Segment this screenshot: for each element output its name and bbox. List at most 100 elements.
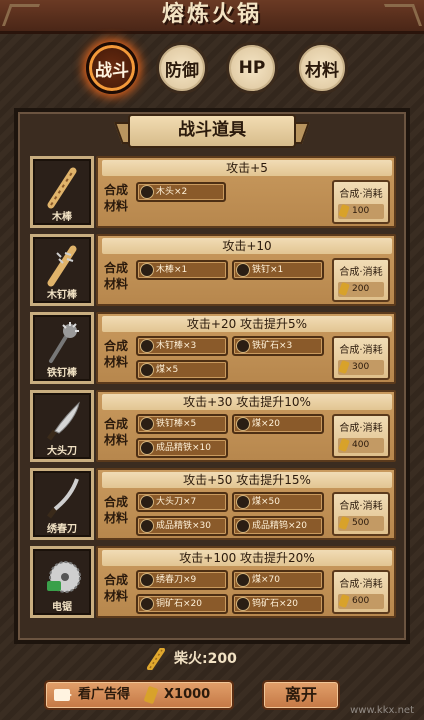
material-icon — [140, 519, 154, 533]
item-effect: 攻击+10 — [102, 238, 392, 254]
page-title: 熔炼火锅 — [161, 2, 262, 27]
item-effect: 攻击+50 攻击提升15% — [102, 472, 392, 488]
broadsword-icon — [47, 401, 80, 441]
firewood-icon — [338, 203, 350, 219]
tab-combat[interactable]: 战斗 — [86, 42, 138, 94]
material-icon — [140, 363, 154, 377]
item-effect: 攻击+20 攻击提升5% — [102, 316, 392, 332]
chainsaw-icon — [47, 561, 81, 593]
recipe-card: 攻击+50 攻击提升15% 合成 材料 大头刀×7 煤×50 成品精铁×30 成品… — [96, 468, 396, 540]
item-effect: 攻击+100 攻击提升20% — [102, 550, 392, 566]
item-name: 电锯 — [52, 602, 72, 613]
saber-icon — [47, 478, 79, 519]
tab-materials[interactable]: 材料 — [296, 42, 348, 94]
item-slot[interactable]: 木钉棒 — [30, 234, 94, 306]
item-slot[interactable]: 铁钉棒 — [30, 312, 94, 384]
fuel-amount: 柴火:200 — [174, 651, 237, 667]
recipe-card: 攻击+20 攻击提升5% 合成 材料 木钉棒×3 铁矿石×3 煤×5 合成·消耗 … — [96, 312, 396, 384]
firewood-icon — [338, 593, 350, 609]
material-icon — [236, 495, 250, 509]
recipe-card: 攻击+10 合成 材料 木棒×1 铁钉×1 合成·消耗 200 — [96, 234, 396, 306]
material-slot: 成品精铁×30 — [136, 516, 228, 536]
firewood-icon — [147, 648, 165, 670]
recipe-row: 绣春刀 攻击+50 攻击提升15% 合成 材料 大头刀×7 煤×50 成品精铁×3… — [30, 468, 396, 540]
material-icon — [140, 573, 154, 587]
material-icon — [236, 573, 250, 587]
material-icon — [140, 339, 154, 353]
cost-box[interactable]: 合成·消耗 300 — [332, 336, 390, 380]
synth-label: 合成 材料 — [104, 261, 129, 291]
wooden-club-icon — [47, 167, 77, 209]
recipe-row: 电锯 攻击+100 攻击提升20% 合成 材料 绣春刀×9 煤×70 铜矿石×20… — [30, 546, 396, 618]
category-tabs: 战斗 防御 HP 材料 — [0, 42, 424, 94]
recipe-card: 攻击+100 攻击提升20% 合成 材料 绣春刀×9 煤×70 铜矿石×20 钨矿… — [96, 546, 396, 618]
material-slot: 木头×2 — [136, 182, 226, 202]
material-slot: 铁钉×1 — [232, 260, 324, 280]
recipe-row: 铁钉棒 攻击+20 攻击提升5% 合成 材料 木钉棒×3 铁矿石×3 煤×5 合成… — [30, 312, 396, 384]
recipe-card: 攻击+5 合成 材料 木头×2 合成·消耗 100 — [96, 156, 396, 228]
spiked-mace-icon — [49, 322, 79, 363]
item-slot[interactable]: 木棒 — [30, 156, 94, 228]
item-effect: 攻击+5 — [102, 160, 392, 176]
recipe-card: 攻击+30 攻击提升10% 合成 材料 铁钉棒×5 煤×20 成品精铁×10 合成… — [96, 390, 396, 462]
firewood-icon — [143, 685, 159, 705]
firewood-icon — [338, 515, 350, 531]
material-slot: 铜矿石×20 — [136, 594, 228, 614]
cost-box[interactable]: 合成·消耗 100 — [332, 180, 390, 224]
section-ribbon: 战斗道具 — [113, 108, 311, 150]
item-name: 大头刀 — [47, 446, 77, 457]
tab-defense[interactable]: 防御 — [156, 42, 208, 94]
material-icon — [140, 441, 154, 455]
material-icon — [236, 263, 250, 277]
material-icon — [236, 519, 250, 533]
cost-box[interactable]: 合成·消耗 600 — [332, 570, 390, 614]
material-icon — [236, 597, 250, 611]
item-name: 铁钉棒 — [47, 368, 77, 379]
material-slot: 铁矿石×3 — [232, 336, 324, 356]
material-slot: 成品精钨×20 — [232, 516, 324, 536]
firewood-icon — [338, 281, 350, 297]
material-icon — [236, 417, 250, 431]
recipe-row: 大头刀 攻击+30 攻击提升10% 合成 材料 铁钉棒×5 煤×20 成品精铁×1… — [30, 390, 396, 462]
recipe-row: 木钉棒 攻击+10 合成 材料 木棒×1 铁钉×1 合成·消耗 200 — [30, 234, 396, 306]
synth-label: 合成 材料 — [104, 495, 129, 525]
synth-label: 合成 材料 — [104, 183, 129, 213]
watermark: www.kkx.net — [350, 705, 414, 716]
item-slot[interactable]: 大头刀 — [30, 390, 94, 462]
material-slot: 煤×20 — [232, 414, 324, 434]
material-icon — [140, 185, 154, 199]
cost-box[interactable]: 合成·消耗 500 — [332, 492, 390, 536]
material-slot: 绣春刀×9 — [136, 570, 228, 590]
material-slot: 木钉棒×3 — [136, 336, 228, 356]
title-bar: 熔炼火锅 — [0, 0, 424, 34]
fuel-display: 柴火:200 — [0, 648, 424, 670]
synth-label: 合成 材料 — [104, 417, 129, 447]
material-slot: 铁钉棒×5 — [136, 414, 228, 434]
material-icon — [236, 339, 250, 353]
synth-label: 合成 材料 — [104, 573, 129, 603]
material-icon — [140, 597, 154, 611]
section-title: 战斗道具 — [178, 120, 246, 140]
item-name: 木棒 — [52, 212, 72, 223]
material-slot: 木棒×1 — [136, 260, 228, 280]
firewood-icon — [338, 437, 350, 453]
firewood-icon — [338, 359, 350, 375]
material-icon — [140, 417, 154, 431]
item-slot[interactable]: 电锯 — [30, 546, 94, 618]
item-slot[interactable]: 绣春刀 — [30, 468, 94, 540]
recipe-row: 木棒 攻击+5 合成 材料 木头×2 合成·消耗 100 — [30, 156, 396, 228]
material-icon — [140, 495, 154, 509]
cost-box[interactable]: 合成·消耗 200 — [332, 258, 390, 302]
leave-button[interactable]: 离开 — [262, 680, 340, 710]
material-slot: 成品精铁×10 — [136, 438, 228, 458]
spiked-club-icon — [47, 245, 77, 287]
material-slot: 煤×50 — [232, 492, 324, 512]
tab-hp[interactable]: HP — [226, 42, 278, 94]
material-slot: 煤×5 — [136, 360, 228, 380]
item-effect: 攻击+30 攻击提升10% — [102, 394, 392, 410]
material-slot: 钨矿石×20 — [232, 594, 324, 614]
video-camera-icon — [54, 689, 72, 701]
material-slot: 大头刀×7 — [136, 492, 228, 512]
cost-box[interactable]: 合成·消耗 400 — [332, 414, 390, 458]
watch-ad-button[interactable]: 看广告得 X1000 — [44, 680, 234, 710]
